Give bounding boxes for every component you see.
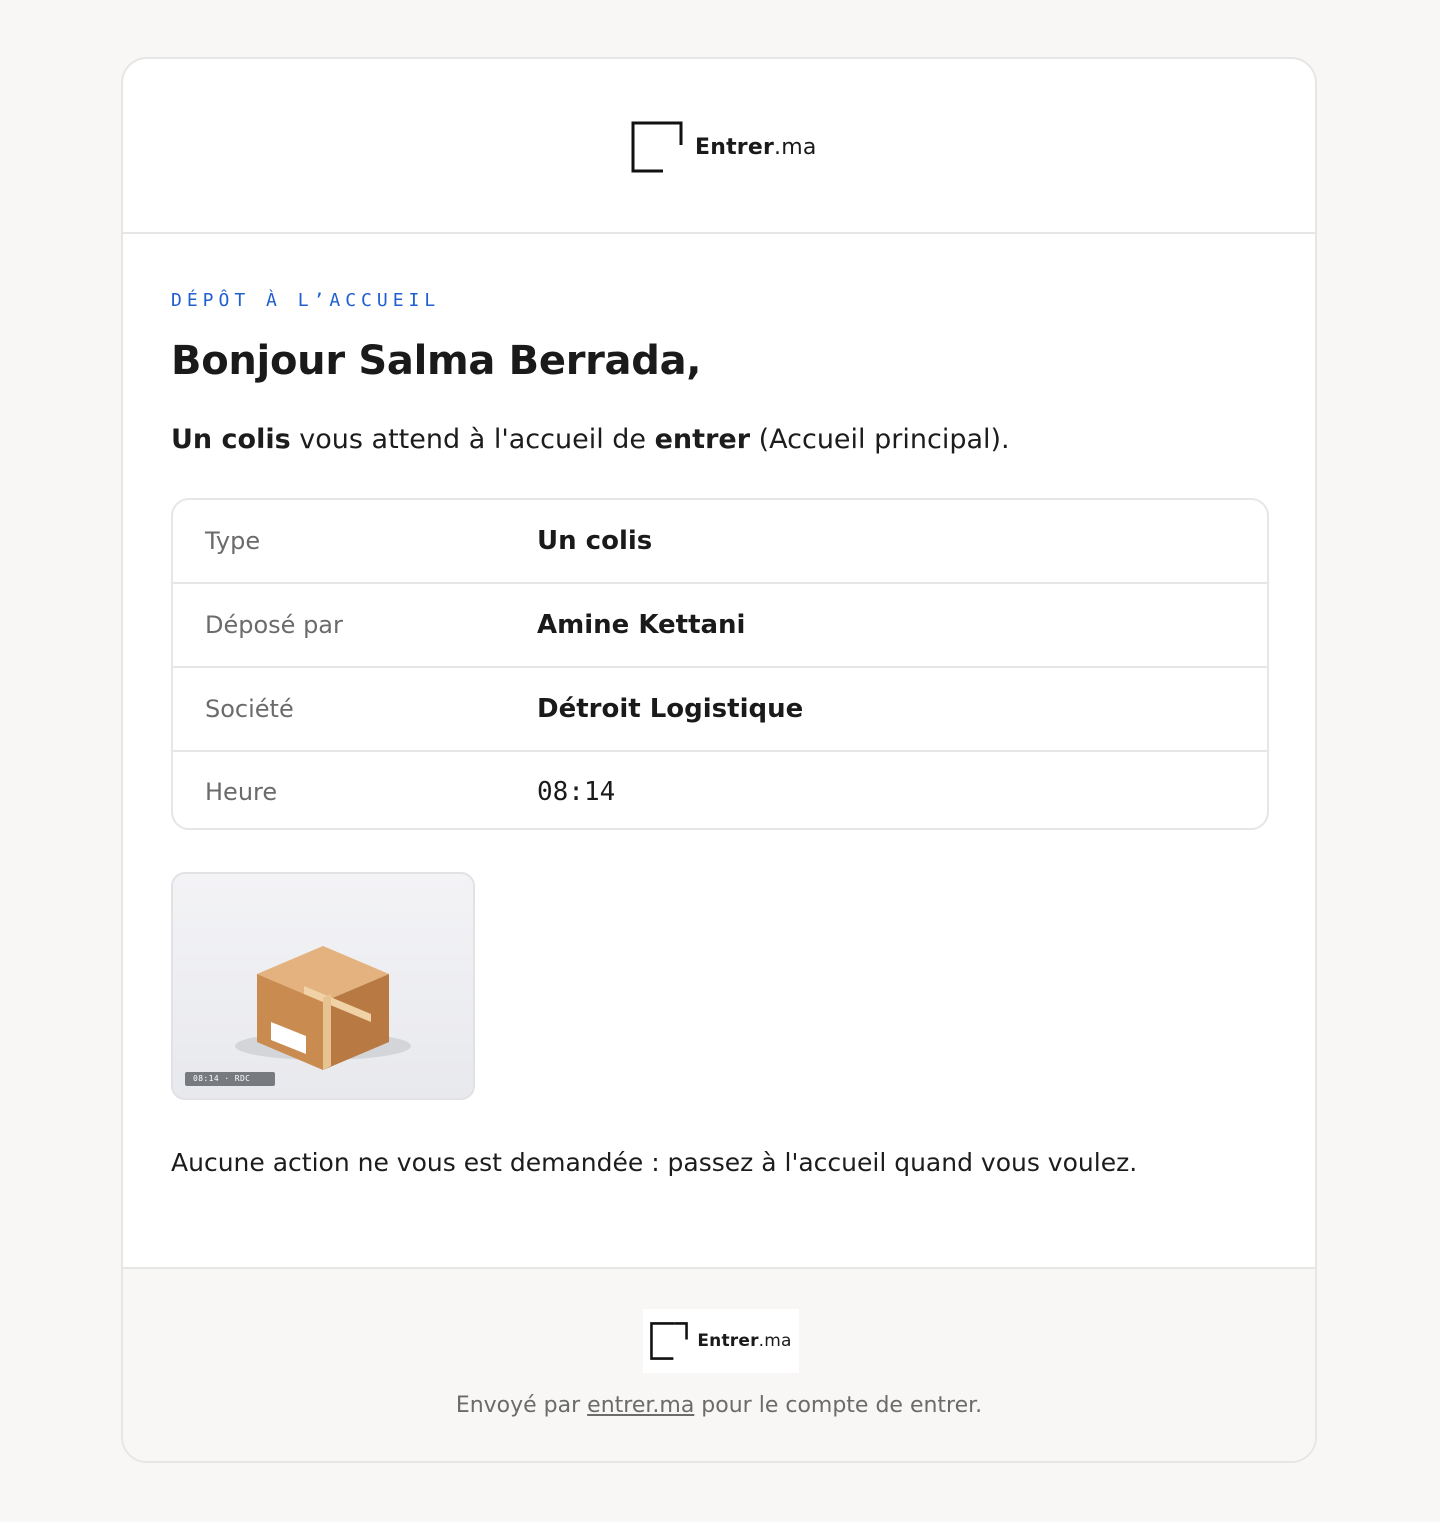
email-footer: Entrer.ma Envoyé par entrer.ma pour le c… [123, 1267, 1315, 1461]
footer-logo: Entrer.ma [643, 1309, 799, 1373]
detail-label: Déposé par [205, 611, 343, 639]
detail-row-type: Type Un colis [173, 500, 1267, 584]
logo-mark-icon [650, 1322, 689, 1360]
detail-value: Détroit Logistique [537, 694, 804, 724]
detail-value: Un colis [537, 526, 653, 556]
eyebrow-label: DÉPÔT À L’ACCUEIL [171, 290, 441, 311]
greeting-heading: Bonjour Salma Berrada, [171, 338, 702, 384]
brand-name: Entrer.ma [697, 1331, 792, 1351]
email-card: Entrer.ma DÉPÔT À L’ACCUEIL Bonjour Salm… [121, 57, 1317, 1463]
brand-logo: Entrer.ma [631, 121, 817, 173]
detail-label: Société [205, 695, 294, 723]
detail-value: Amine Kettani [537, 610, 746, 640]
brand-name: Entrer.ma [695, 134, 817, 160]
package-photo[interactable]: 08:14 · RDC [171, 872, 475, 1100]
detail-value: 08:14 [537, 777, 616, 807]
detail-row-depositor: Déposé par Amine Kettani [173, 584, 1267, 668]
detail-label: Type [205, 527, 261, 555]
details-table: Type Un colis Déposé par Amine Kettani S… [171, 498, 1269, 830]
photo-caption: 08:14 · RDC [185, 1072, 275, 1086]
email-header: Entrer.ma [123, 59, 1315, 234]
footer-text: Envoyé par entrer.ma pour le compte de e… [455, 1393, 983, 1418]
detail-row-time: Heure 08:14 [173, 752, 1267, 828]
intro-text: Un colis vous attend à l'accueil de entr… [171, 424, 1010, 455]
detail-label: Heure [205, 778, 278, 806]
note-text: Aucune action ne vous est demandée : pas… [171, 1148, 1138, 1177]
footer-link[interactable]: entrer.ma [587, 1393, 694, 1418]
package-box-icon [235, 946, 411, 1070]
logo-mark-icon [631, 121, 683, 173]
detail-row-company: Société Détroit Logistique [173, 668, 1267, 752]
